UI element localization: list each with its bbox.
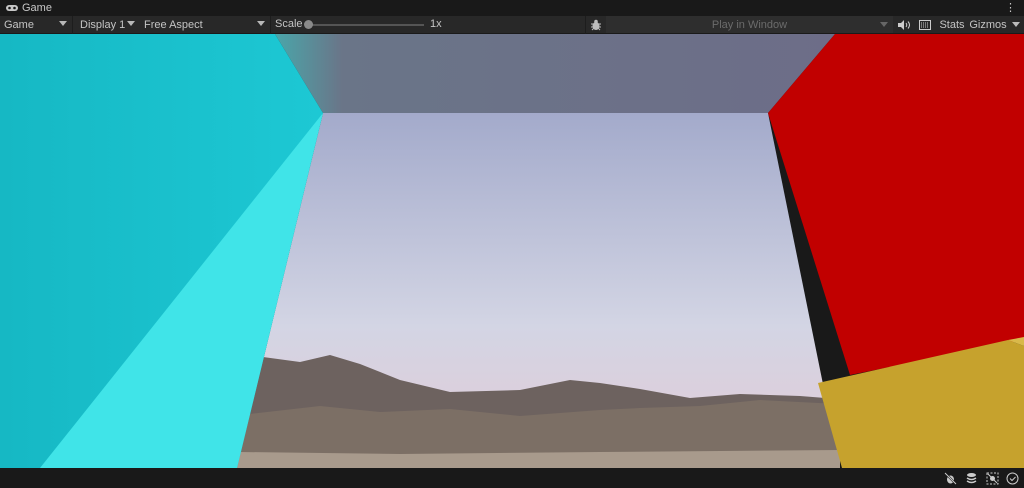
layers-icon[interactable]	[965, 472, 978, 485]
status-bar	[0, 468, 1024, 488]
view-mode-label: Game	[4, 18, 34, 31]
gizmos-dropdown[interactable]	[1008, 16, 1024, 33]
mute-audio-button[interactable]	[895, 16, 913, 33]
scale-slider-handle[interactable]	[304, 20, 313, 29]
play-mode-label: Play in Window	[711, 18, 788, 31]
scale-label: Scale	[275, 18, 303, 30]
tab-bar: Game ⋮	[0, 0, 1024, 16]
chevron-down-icon	[1012, 22, 1020, 27]
display-dropdown[interactable]: Display 1	[76, 16, 140, 33]
keyboard-icon	[919, 19, 931, 30]
aspect-label: Free Aspect	[144, 18, 203, 31]
scale-value: 1x	[430, 18, 442, 30]
view-mode-dropdown[interactable]: Game	[0, 16, 72, 33]
chevron-down-icon	[257, 21, 265, 26]
chevron-down-icon	[127, 21, 135, 26]
gamepad-icon	[6, 5, 18, 11]
chevron-down-icon	[880, 22, 888, 27]
stats-label: Stats	[939, 18, 965, 31]
game-toolbar: Game Display 1 Free Aspect Scale 1x Play…	[0, 16, 1024, 34]
tab-title: Game	[22, 2, 52, 14]
game-view[interactable]	[0, 34, 1024, 468]
speaker-icon	[898, 19, 910, 30]
debug-off-icon[interactable]	[944, 472, 957, 485]
gizmos-button[interactable]: Gizmos	[968, 16, 1008, 33]
gizmos-label: Gizmos	[969, 18, 1007, 31]
ceiling-wall	[275, 34, 835, 113]
check-circle-icon[interactable]	[1006, 472, 1019, 485]
display-label: Display 1	[80, 18, 126, 31]
bug-icon	[591, 19, 601, 30]
debug-button[interactable]	[587, 16, 605, 33]
stats-button[interactable]: Stats	[937, 16, 967, 33]
play-mode-dropdown[interactable]: Play in Window	[606, 16, 893, 33]
chevron-down-icon	[59, 21, 67, 26]
tab-game[interactable]: Game	[6, 2, 52, 14]
visibility-off-icon[interactable]	[986, 472, 999, 485]
shortcuts-button[interactable]	[916, 16, 934, 33]
more-options-icon[interactable]: ⋮	[1005, 1, 1016, 14]
aspect-dropdown[interactable]: Free Aspect	[140, 16, 270, 33]
scale-slider[interactable]	[310, 24, 424, 26]
